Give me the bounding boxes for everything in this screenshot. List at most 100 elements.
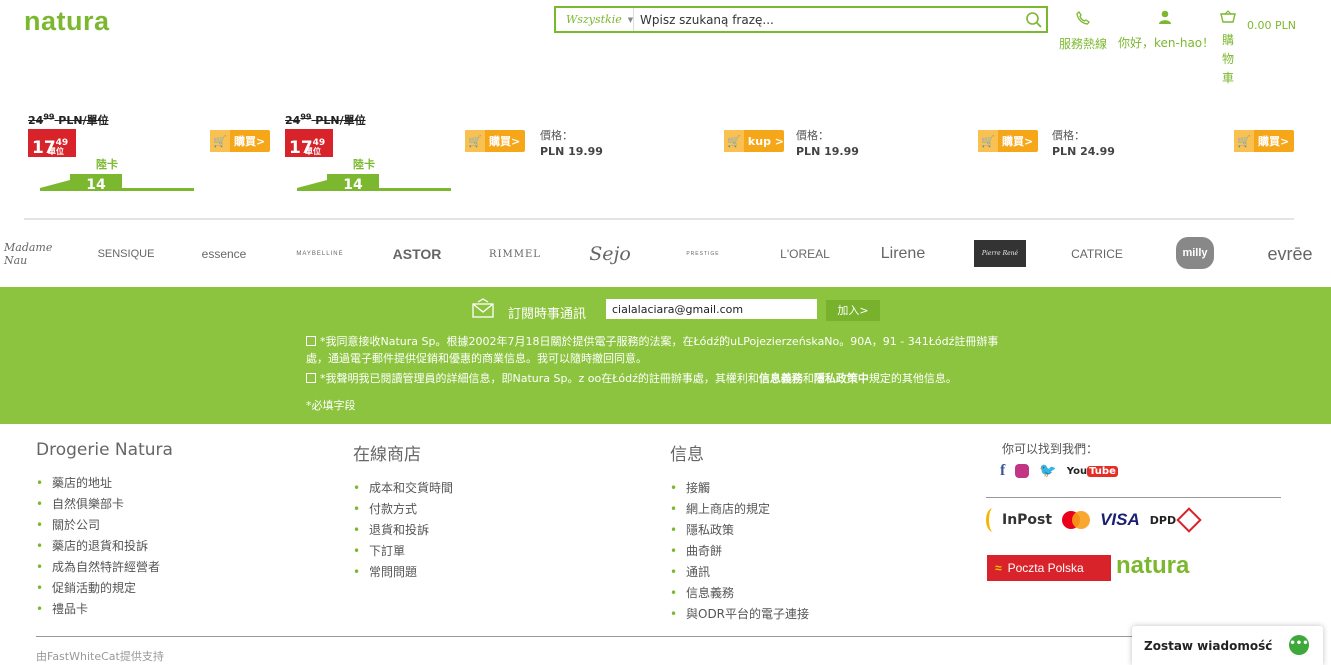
buy-button[interactable]: 🛒 kup > [724, 130, 784, 152]
twitter-icon[interactable]: 🐦 [1039, 463, 1056, 479]
footer-link[interactable]: 藥店的地址 [36, 473, 173, 494]
club-card-label: 陸卡 [353, 158, 375, 171]
envelope-icon [472, 298, 494, 318]
newsletter-submit-button[interactable]: 加入> [826, 300, 880, 321]
hotline-label: 服務熱線 [1058, 37, 1107, 51]
chat-widget[interactable]: Zostaw wiadomość ••• [1132, 626, 1323, 665]
account-link[interactable]: 你好，ken-hao！ [1118, 10, 1214, 51]
user-icon [1159, 10, 1171, 24]
brand-logo[interactable]: ASTOR [388, 226, 446, 282]
footer-link[interactable]: 曲奇餅 [670, 541, 809, 562]
search-category-select[interactable]: Wszystkie ▼ [556, 8, 634, 31]
social-links: f 🐦 You Tube [1000, 462, 1118, 480]
newsletter-section: 訂閱時事通訊 加入> *我同意接收Natura Sp。根據2002年7月18日關… [0, 287, 1331, 424]
footer-divider [986, 497, 1281, 498]
footer-link[interactable]: 成為自然特許經營者 [36, 557, 173, 578]
product-card: 價格： PLN 19.99 🛒 kup > [540, 88, 796, 198]
inpost-logo: InPost [986, 508, 1052, 532]
cart-label: 購物車 [1221, 33, 1234, 85]
old-price: 2499 PLN/單位 [28, 112, 109, 127]
natura-footer-logo: natura [1116, 552, 1190, 579]
brand-logo[interactable]: MAYBELLINE [290, 226, 350, 282]
brand-logo[interactable]: evrēe [1262, 226, 1318, 282]
poczta-polska-logo: ≈ Poczta Polska [987, 555, 1111, 581]
powered-by[interactable]: 由FastWhiteCat提供支持 [36, 648, 164, 664]
brand-logo[interactable]: RIMMEL [486, 226, 544, 282]
chat-label: Zostaw wiadomość [1144, 638, 1273, 653]
instagram-icon[interactable] [1015, 464, 1030, 478]
required-note: *必填字段 [306, 399, 356, 412]
footer-link[interactable]: 自然俱樂部卡 [36, 494, 173, 515]
natura-logo[interactable]: natura [24, 6, 110, 37]
brand-logo[interactable]: essence [194, 226, 254, 282]
product-card: 價格： PLN 19.99 🛒 購買> [796, 88, 1052, 198]
privacy-consent-checkbox[interactable] [306, 373, 316, 383]
footer-divider [36, 636, 1296, 637]
brand-logo[interactable]: Lirene [874, 226, 932, 282]
hotline-link[interactable]: 服務熱線 [1058, 10, 1108, 52]
footer-heading: Drogerie Natura [36, 440, 173, 460]
newsletter-email-input[interactable] [606, 299, 817, 319]
facebook-icon[interactable]: f [1000, 462, 1005, 480]
product-card: 價格： PLN 24.99 🛒 購買> [1052, 88, 1308, 198]
footer-heading: 信息 [670, 445, 704, 465]
marketing-consent-checkbox[interactable] [306, 336, 316, 346]
brand-logo[interactable]: Madame Nau [4, 226, 54, 282]
footer-link[interactable]: 退貨和投訴 [353, 520, 453, 541]
brand-logo[interactable]: Sejo [586, 226, 634, 282]
footer-link[interactable]: 促銷活動的規定 [36, 578, 173, 599]
information-obligation-link[interactable]: 信息義務 [759, 372, 803, 385]
product-card: 2499 PLN/單位 1749 單位 陸卡 14 🛒 購買> [28, 88, 284, 198]
basket-icon: 🛒 [724, 130, 744, 152]
cart-link[interactable]: 購物車 [1218, 10, 1238, 88]
footer-link[interactable]: 藥店的退貨和投訴 [36, 536, 173, 557]
brand-logo[interactable]: Pierre René [974, 240, 1026, 267]
footer-heading: 在線商店 [353, 445, 421, 465]
search-button[interactable] [1022, 8, 1046, 31]
basket-icon: 🛒 [210, 130, 230, 152]
phone-icon [1076, 11, 1090, 25]
product-card: 2499 PLN/單位 1749 單位 陸卡 14 🛒 購買> [285, 88, 541, 198]
brand-logo[interactable]: L'OREAL [776, 226, 834, 282]
privacy-policy-link[interactable]: 隱私政策中 [814, 372, 869, 385]
brand-logo[interactable]: SENSIQUE [94, 226, 158, 282]
search-icon [1026, 11, 1042, 28]
club-card-graphic: 14 [40, 172, 200, 192]
footer-link[interactable]: 下訂單 [353, 541, 453, 562]
brand-logo[interactable]: PRESTIGE [678, 226, 728, 282]
footer-link[interactable]: 接觸 [670, 478, 809, 499]
buy-button[interactable]: 🛒 購買> [465, 130, 525, 152]
price: 價格： PLN 24.99 [1052, 129, 1115, 158]
footer-link[interactable]: 成本和交貨時間 [353, 478, 453, 499]
product-strip: 2499 PLN/單位 1749 單位 陸卡 14 🛒 購買> 2499 PLN/單… [0, 88, 1331, 218]
footer-link[interactable]: 通訊 [670, 562, 809, 583]
brand-logo[interactable]: milly [1176, 237, 1214, 269]
footer-link[interactable]: 與ODR平台的電子連接 [670, 604, 809, 625]
footer-link[interactable]: 關於公司 [36, 515, 173, 536]
club-card-value: 14 [327, 174, 379, 191]
newsletter-title: 訂閱時事通訊 [508, 307, 587, 322]
buy-button[interactable]: 🛒 購買> [1234, 130, 1294, 152]
brand-carousel: Madame Nau SENSIQUE essence MAYBELLINE A… [0, 226, 1331, 284]
marketing-consent: *我同意接收Natura Sp。根據2002年7月18日關於提供電子服務的法案，… [306, 333, 1018, 367]
club-card-graphic: 14 [297, 172, 457, 192]
basket-icon: 🛒 [465, 130, 485, 152]
footer-column-drogerie: Drogerie Natura 藥店的地址 自然俱樂部卡 關於公司 藥店的退貨和… [36, 440, 173, 620]
search-category-label: Wszystkie [566, 13, 622, 26]
payment-logos: InPost VISA DPD [986, 507, 1202, 533]
footer-link[interactable]: 隱私政策 [670, 520, 809, 541]
buy-button[interactable]: 🛒 購買> [978, 130, 1038, 152]
price: 價格： PLN 19.99 [540, 129, 603, 158]
footer-column-info: 信息 接觸 網上商店的規定 隱私政策 曲奇餅 通訊 信息義務 與ODR平台的電子… [670, 440, 809, 625]
footer-link[interactable]: 信息義務 [670, 583, 809, 604]
brand-logo[interactable]: CATRICE [1068, 226, 1126, 282]
footer-link[interactable]: 付款方式 [353, 499, 453, 520]
footer-link[interactable]: 網上商店的規定 [670, 499, 809, 520]
chat-bubble-icon: ••• [1289, 635, 1309, 655]
youtube-icon[interactable]: You Tube [1067, 465, 1118, 477]
chevron-down-icon: ▼ [627, 15, 634, 24]
footer-link[interactable]: 禮品卡 [36, 599, 173, 620]
footer-link[interactable]: 常問問題 [353, 562, 453, 583]
buy-button[interactable]: 🛒 購買> [210, 130, 270, 152]
search-input[interactable] [634, 12, 1022, 27]
